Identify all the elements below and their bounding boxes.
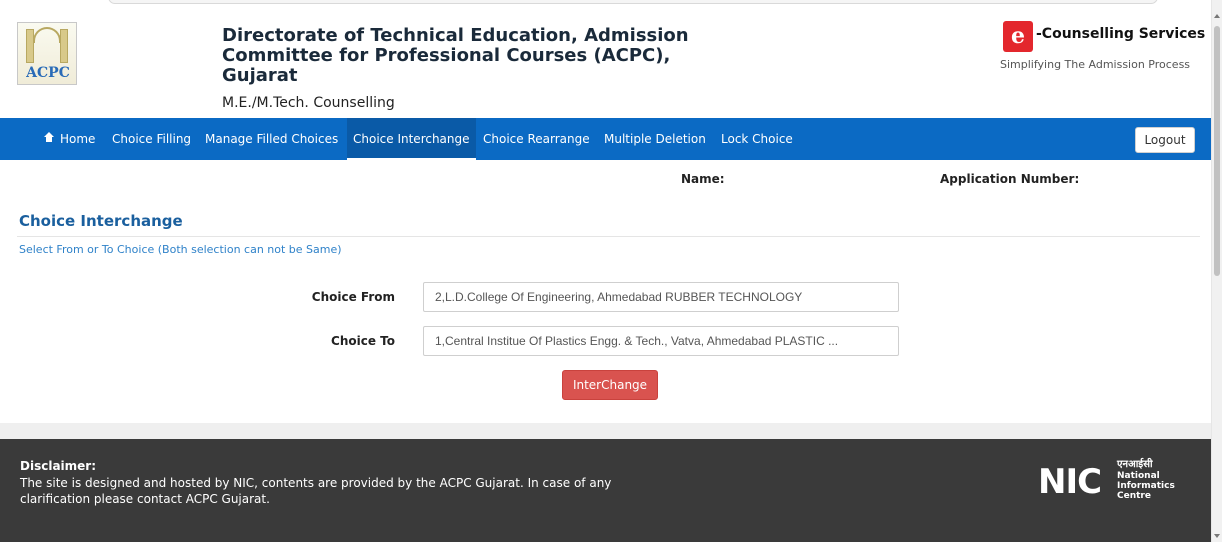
scrollbar-thumb[interactable] <box>1214 26 1220 276</box>
name-label: Name: <box>681 172 725 186</box>
nic-logo-text: एनआईसी National Informatics Centre <box>1117 459 1175 501</box>
disclaimer-title: Disclaimer: <box>20 459 97 473</box>
disclaimer-text: The site is designed and hosted by NIC, … <box>20 476 612 506</box>
ecounselling-logo-icon: e <box>1003 21 1033 52</box>
ecounselling-title: -Counselling Services <box>1036 26 1206 42</box>
acpc-logo-text: ACPC <box>26 65 70 81</box>
interchange-button[interactable]: InterChange <box>562 370 658 400</box>
nav-item-label: Home <box>60 132 96 146</box>
scroll-down-arrow-icon[interactable] <box>1214 534 1220 538</box>
nav-item-manage-filled-choices[interactable]: Manage Filled Choices <box>205 118 338 160</box>
nic-logo: NIC <box>1036 459 1111 505</box>
logo-arch <box>33 27 61 43</box>
page-subtitle: M.E./M.Tech. Counselling <box>222 95 395 111</box>
nav-item-home[interactable]: Home <box>43 118 95 160</box>
nic-line-2: Informatics <box>1117 481 1175 491</box>
scroll-up-arrow-icon[interactable] <box>1214 14 1220 18</box>
home-icon <box>43 132 55 144</box>
nic-line-1: National <box>1117 471 1160 481</box>
nic-hindi-text: एनआईसी <box>1117 459 1153 470</box>
nic-logo-letters: NIC <box>1038 462 1102 502</box>
nav-item-multiple-deletion[interactable]: Multiple Deletion <box>604 118 706 160</box>
page-title: Directorate of Technical Education, Admi… <box>222 25 689 86</box>
site-footer: Disclaimer: The site is designed and hos… <box>0 439 1211 542</box>
page-scrollbar[interactable] <box>1211 0 1222 542</box>
footer-spacer <box>0 423 1211 439</box>
logout-button[interactable]: Logout <box>1135 127 1195 153</box>
choice-from-select[interactable]: 2,L.D.College Of Engineering, Ahmedabad … <box>423 282 899 312</box>
logo-column-right <box>60 29 68 63</box>
nav-item-lock-choice[interactable]: Lock Choice <box>721 118 793 160</box>
address-bar-edge <box>108 0 1158 4</box>
section-title: Choice Interchange <box>19 212 183 230</box>
ecounselling-tagline: Simplifying The Admission Process <box>1000 58 1191 71</box>
logo-column-left <box>26 29 34 63</box>
instruction-text: Select From or To Choice (Both selection… <box>19 243 342 256</box>
choice-to-label: Choice To <box>331 334 395 348</box>
nav-item-choice-filling[interactable]: Choice Filling <box>112 118 191 160</box>
site-header: ACPC Directorate of Technical Education,… <box>0 6 1211 118</box>
section-divider <box>17 236 1200 237</box>
nav-item-choice-rearrange[interactable]: Choice Rearrange <box>483 118 590 160</box>
nav-item-choice-interchange[interactable]: Choice Interchange <box>347 118 476 160</box>
nic-line-3: Centre <box>1117 491 1151 501</box>
application-number-label: Application Number: <box>940 172 1080 186</box>
acpc-logo: ACPC <box>17 22 77 85</box>
main-nav: Home Choice Filling Manage Filled Choice… <box>0 118 1211 160</box>
choice-to-select[interactable]: 1,Central Institue Of Plastics Engg. & T… <box>423 326 899 356</box>
choice-from-label: Choice From <box>311 290 395 304</box>
